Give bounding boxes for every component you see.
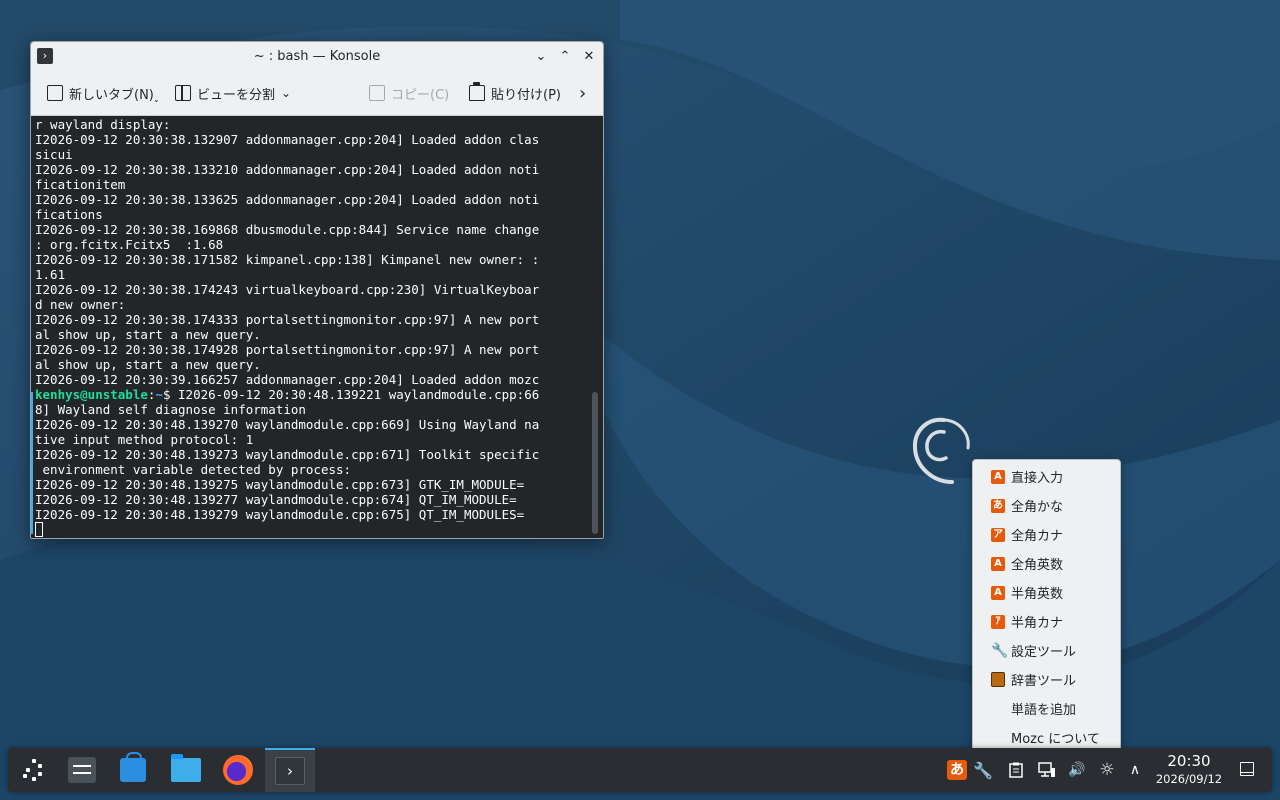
direct-input-icon: A <box>991 469 1005 484</box>
menu-item-add-word[interactable]: 単語を追加 <box>973 694 1120 723</box>
copy-icon <box>369 85 385 101</box>
debian-logo <box>912 417 970 484</box>
terminal-view[interactable]: r wayland display: I2026-09-12 20:30:38.… <box>31 116 603 538</box>
tray-ime-indicator[interactable]: あ <box>945 748 969 792</box>
wrench-icon: 🔧 <box>991 642 1009 659</box>
menu-item-label: 設定ツール <box>1011 645 1077 660</box>
ime-hiragana-icon: あ <box>947 760 967 780</box>
split-view-button[interactable]: ビューを分割 ⌄ <box>175 71 291 115</box>
menu-item-label: 全角カナ <box>1011 529 1064 544</box>
prompt-output: I2026-09-12 20:30:48.139221 waylandmodul… <box>178 387 540 402</box>
system-settings-icon <box>68 757 96 783</box>
taskbar-konsole[interactable]: › <box>265 748 315 792</box>
fullwidth-alpha-icon: A <box>991 556 1005 571</box>
halfwidth-alpha-icon: A <box>991 585 1005 600</box>
show-desktop-button[interactable] <box>1240 762 1254 776</box>
copy-label: コピー(C) <box>391 87 450 103</box>
new-tab-button[interactable]: 新しいタブ(N) <box>47 71 154 115</box>
terminal-cursor <box>35 522 43 537</box>
halfwidth-katakana-icon: ｱ <box>991 614 1005 629</box>
tray-clipboard[interactable] <box>1004 748 1028 792</box>
menu-item-fullwidth-katakana[interactable]: ア 全角カナ <box>973 520 1120 549</box>
taskbar-discover[interactable] <box>109 748 157 792</box>
new-tab-label: 新しいタブ(N) <box>69 87 154 103</box>
selection-marker <box>31 392 33 534</box>
paste-label: 貼り付け(P) <box>491 87 561 103</box>
clock-date: 2026/09/12 <box>1155 772 1223 786</box>
mozc-context-menu: A 直接入力 あ 全角かな ア 全角カナ A 全角英数 A 半角英数 ｱ 半角カ… <box>972 459 1121 756</box>
window-title: ~ : bash — Konsole <box>253 49 381 64</box>
terminal-scrollbar[interactable] <box>592 392 598 534</box>
copy-button[interactable]: コピー(C) <box>369 71 449 115</box>
paste-icon <box>469 82 485 101</box>
split-view-icon <box>175 85 191 101</box>
menu-item-dictionary-tool[interactable]: 辞書ツール <box>973 665 1120 694</box>
prompt-user: kenhys@unstable <box>35 387 148 402</box>
konsole-icon: › <box>275 757 305 785</box>
menu-item-config-tool[interactable]: 🔧 設定ツール <box>973 636 1120 665</box>
tray-expand[interactable]: ∧ <box>1123 748 1147 792</box>
tray-volume[interactable]: 🔊 <box>1065 748 1089 792</box>
menu-item-direct-input[interactable]: A 直接入力 <box>973 462 1120 491</box>
digital-clock[interactable]: 20:30 2026/09/12 <box>1152 751 1226 787</box>
chevron-down-icon: ⌄ <box>281 86 292 100</box>
terminal-log-after: 8] Wayland self diagnose information I20… <box>35 402 540 522</box>
split-view-label: ビューを分割 <box>197 87 276 103</box>
new-tab-menu-indicator[interactable]: ⌄ <box>153 95 160 104</box>
menu-item-hiragana[interactable]: あ 全角かな <box>973 491 1120 520</box>
menu-item-label: 全角英数 <box>1011 558 1064 573</box>
menu-item-fullwidth-alphanumeric[interactable]: A 全角英数 <box>973 549 1120 578</box>
tray-network[interactable] <box>1035 748 1059 792</box>
toolbar-overflow-button[interactable]: › <box>579 71 586 115</box>
menu-item-label: 直接入力 <box>1011 471 1064 486</box>
menu-item-halfwidth-katakana[interactable]: ｱ 半角カナ <box>973 607 1120 636</box>
tray-brightness[interactable]: ☼ <box>1095 748 1119 792</box>
window-titlebar[interactable]: › ~ : bash — Konsole ⌄ ⌃ ✕ <box>31 42 603 71</box>
application-launcher[interactable] <box>10 748 58 792</box>
menu-item-label: 半角英数 <box>1011 587 1064 602</box>
taskbar: › あ 🔧 🔊 ☼ ∧ 20:30 2026/09/12 <box>8 748 1272 792</box>
terminal-output: r wayland display: I2026-09-12 20:30:38.… <box>35 117 580 538</box>
terminal-log-before: r wayland display: I2026-09-12 20:30:38.… <box>35 117 540 387</box>
discover-store-icon <box>120 752 146 782</box>
minimize-button[interactable]: ⌄ <box>533 49 549 65</box>
katakana-icon: ア <box>991 527 1005 542</box>
dictionary-icon <box>991 672 1005 687</box>
maximize-button[interactable]: ⌃ <box>557 49 573 65</box>
prompt-path: ~ <box>155 387 163 402</box>
network-icon <box>1038 762 1055 777</box>
tray-mozc-tools[interactable]: 🔧 <box>971 748 995 792</box>
clock-time: 20:30 <box>1167 752 1211 770</box>
launcher-icon <box>23 759 45 781</box>
konsole-window[interactable]: › ~ : bash — Konsole ⌄ ⌃ ✕ 新しいタブ(N) ⌄ ビュ… <box>30 41 604 539</box>
close-button[interactable]: ✕ <box>581 49 597 65</box>
paste-button[interactable]: 貼り付け(P) <box>469 71 561 115</box>
taskbar-firefox[interactable] <box>214 748 262 792</box>
menu-item-label: Mozc について <box>1011 732 1100 747</box>
clipboard-icon <box>1009 762 1023 778</box>
menu-item-label: 半角カナ <box>1011 616 1064 631</box>
hiragana-icon: あ <box>991 498 1005 513</box>
taskbar-system-settings[interactable] <box>58 748 106 792</box>
firefox-icon <box>223 755 253 785</box>
menu-item-label: 辞書ツール <box>1011 674 1077 689</box>
taskbar-file-manager[interactable] <box>162 748 210 792</box>
konsole-toolbar: 新しいタブ(N) ⌄ ビューを分割 ⌄ コピー(C) 貼り付け(P) › <box>31 71 603 116</box>
folder-icon <box>171 754 201 782</box>
menu-item-label: 全角かな <box>1011 500 1064 515</box>
new-tab-icon <box>47 85 63 101</box>
menu-item-halfwidth-alphanumeric[interactable]: A 半角英数 <box>973 578 1120 607</box>
menu-item-label: 単語を追加 <box>1011 703 1077 718</box>
prompt-dollar: $ <box>162 387 179 402</box>
